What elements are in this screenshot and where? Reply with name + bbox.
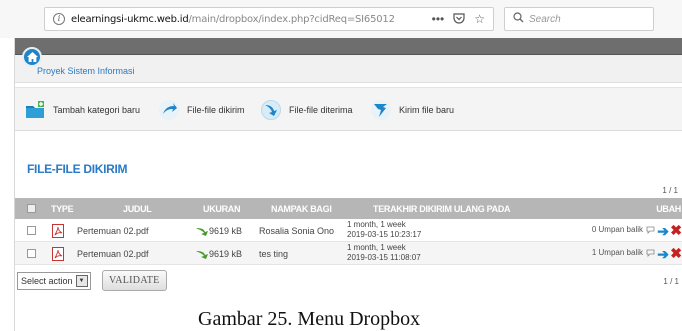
pdf-icon (52, 247, 64, 261)
add-folder-icon (25, 100, 45, 120)
add-category-label: Tambah kategori baru (53, 105, 141, 115)
comment-icon (646, 249, 655, 257)
table-header: TYPE JUDUL UKURAN NAMPAK BAGI TERAKHIR D… (15, 198, 682, 219)
browser-toolbar: i elearningsi-ukmc.web.id /main/dropbox/… (0, 0, 682, 38)
search-icon (513, 12, 524, 26)
row-last-sent-ago: 1 month, 1 week (347, 220, 406, 229)
upload-icon (159, 100, 179, 120)
download-icon (261, 100, 281, 120)
search-placeholder: Search (529, 13, 561, 25)
home-button[interactable] (22, 47, 42, 67)
row-feedback-label: 0 Umpan balik (591, 225, 643, 234)
header-last-sent[interactable]: TERAKHIR DIKIRIM ULANG PADA (373, 204, 511, 214)
dropbox-toolbar: Tambah kategori baru File-file dikirim F… (15, 87, 682, 131)
row-recipient: tes ting (259, 249, 289, 259)
pocket-icon[interactable] (453, 12, 465, 27)
sent-files-table: TYPE JUDUL UKURAN NAMPAK BAGI TERAKHIR D… (15, 198, 682, 265)
row-title-link[interactable]: Pertemuan 02.pdf (77, 249, 149, 259)
row-feedback-label: 1 Umpan balik (591, 248, 643, 257)
bookmark-star-icon[interactable]: ☆ (474, 12, 485, 27)
header-change: UBAH (656, 204, 681, 214)
delete-icon[interactable]: ✖ (670, 222, 682, 239)
delete-icon[interactable]: ✖ (670, 245, 682, 262)
received-files-label: File-file diterima (289, 105, 353, 115)
address-bar[interactable]: i elearningsi-ukmc.web.id /main/dropbox/… (44, 7, 494, 31)
sent-files-button[interactable]: File-file dikirim (159, 100, 245, 120)
download-arrow-icon[interactable] (195, 248, 209, 260)
header-title[interactable]: JUDUL (123, 204, 152, 214)
send-file-icon (371, 100, 391, 120)
comment-icon (646, 226, 655, 234)
info-icon[interactable]: i (53, 13, 65, 25)
row-feedback[interactable]: 0 Umpan balik (592, 225, 655, 234)
sent-files-label: File-file dikirim (187, 105, 245, 115)
more-icon[interactable]: ••• (432, 12, 445, 27)
bulk-actions: Select action ▼ VALIDATE 1 / 1 (15, 270, 682, 294)
figure-caption: Gambar 25. Menu Dropbox (198, 308, 421, 330)
table-row: Pertemuan 02.pdf 9619 kB tes ting 1 mont… (15, 242, 682, 265)
row-title-link[interactable]: Pertemuan 02.pdf (77, 226, 149, 236)
pager-top[interactable]: 1 / 1 (662, 186, 678, 195)
select-action-dropdown[interactable]: Select action ▼ (17, 272, 91, 290)
select-all-checkbox[interactable] (27, 204, 36, 213)
pdf-icon (52, 224, 64, 238)
download-arrow-icon[interactable] (195, 225, 209, 237)
row-size: 9619 kB (209, 226, 243, 236)
received-files-button[interactable]: File-file diterima (261, 100, 353, 120)
url-host: elearningsi-ukmc.web.id (71, 13, 189, 25)
home-icon (27, 52, 38, 62)
dropbox-page: Proyek Sistem Informasi Tambah kategori … (14, 38, 682, 331)
breadcrumb-course-link[interactable]: Proyek Sistem Informasi (37, 66, 135, 76)
move-arrow-icon[interactable]: ➔ (657, 246, 669, 263)
breadcrumb: Proyek Sistem Informasi (15, 55, 682, 83)
row-last-sent-date: 2019-03-15 11:08:07 (347, 253, 421, 262)
send-new-file-button[interactable]: Kirim file baru (371, 100, 454, 120)
top-banner (15, 38, 682, 55)
row-last-sent-ago: 1 month, 1 week (347, 243, 406, 252)
send-new-file-label: Kirim file baru (399, 105, 455, 115)
select-action-label: Select action (21, 276, 73, 286)
row-size: 9619 kB (209, 249, 243, 259)
table-row: Pertemuan 02.pdf 9619 kB Rosalia Sonia O… (15, 219, 682, 242)
validate-button[interactable]: VALIDATE (102, 270, 167, 291)
row-last-sent-date: 2019-03-15 10:23:17 (347, 230, 422, 239)
row-checkbox[interactable] (27, 226, 36, 235)
row-feedback[interactable]: 1 Umpan balik (592, 248, 655, 257)
section-title: FILE-FILE DIKIRIM (27, 162, 128, 176)
browser-search-input[interactable]: Search (504, 7, 654, 31)
pager-bottom[interactable]: 1 / 1 (663, 277, 679, 286)
url-actions: ••• ☆ (432, 12, 485, 27)
row-recipient: Rosalia Sonia Ono (259, 226, 335, 236)
header-type[interactable]: TYPE (51, 204, 74, 214)
url-path: /main/dropbox/index.php?cidReq=SI65012 (188, 13, 395, 25)
header-size[interactable]: UKURAN (203, 204, 241, 214)
move-arrow-icon[interactable]: ➔ (657, 223, 669, 240)
chevron-down-icon: ▼ (75, 275, 88, 287)
add-category-button[interactable]: Tambah kategori baru (25, 100, 140, 120)
row-checkbox[interactable] (27, 249, 36, 258)
header-recipients[interactable]: NAMPAK BAGI (271, 204, 332, 214)
